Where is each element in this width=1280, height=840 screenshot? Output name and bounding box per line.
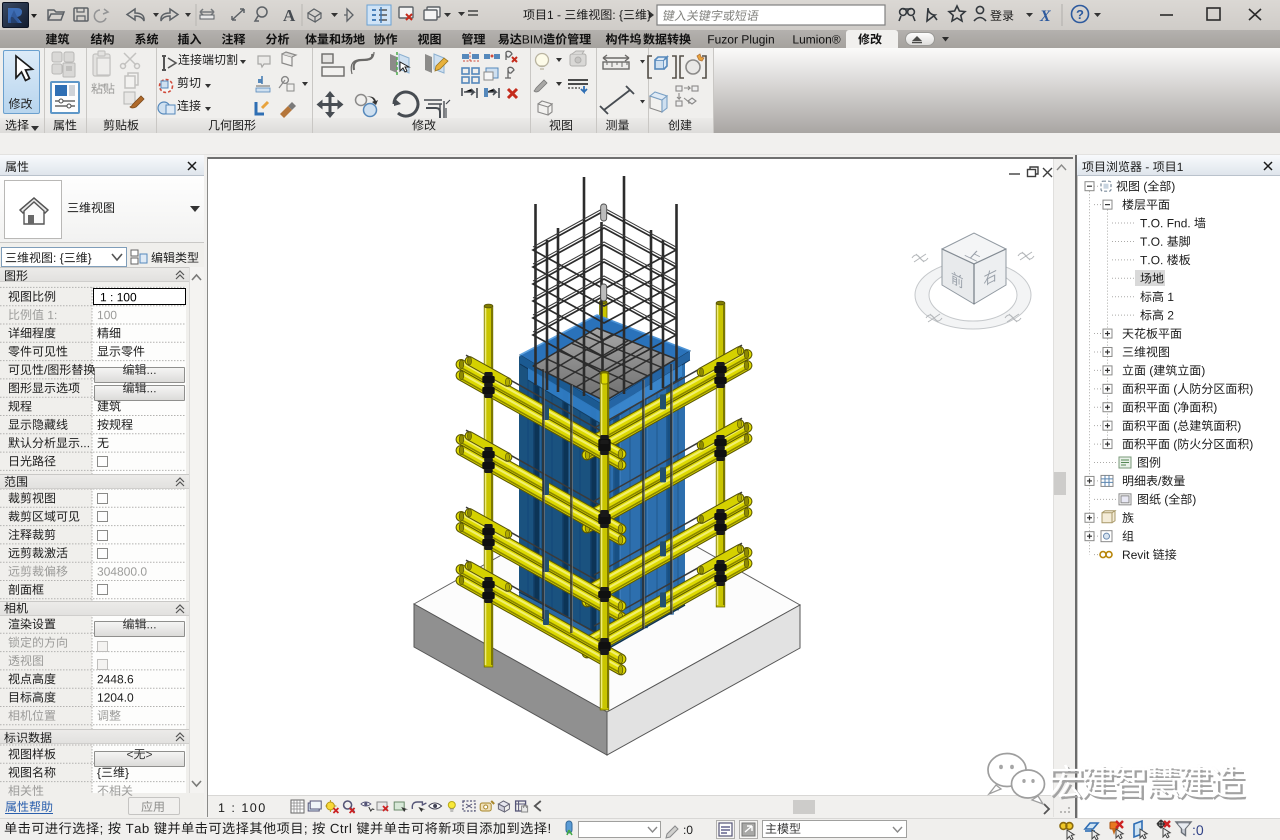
svg-text:X: X [1039, 8, 1051, 25]
svg-text:A: A [283, 6, 296, 25]
svg-text:?: ? [1076, 7, 1084, 22]
